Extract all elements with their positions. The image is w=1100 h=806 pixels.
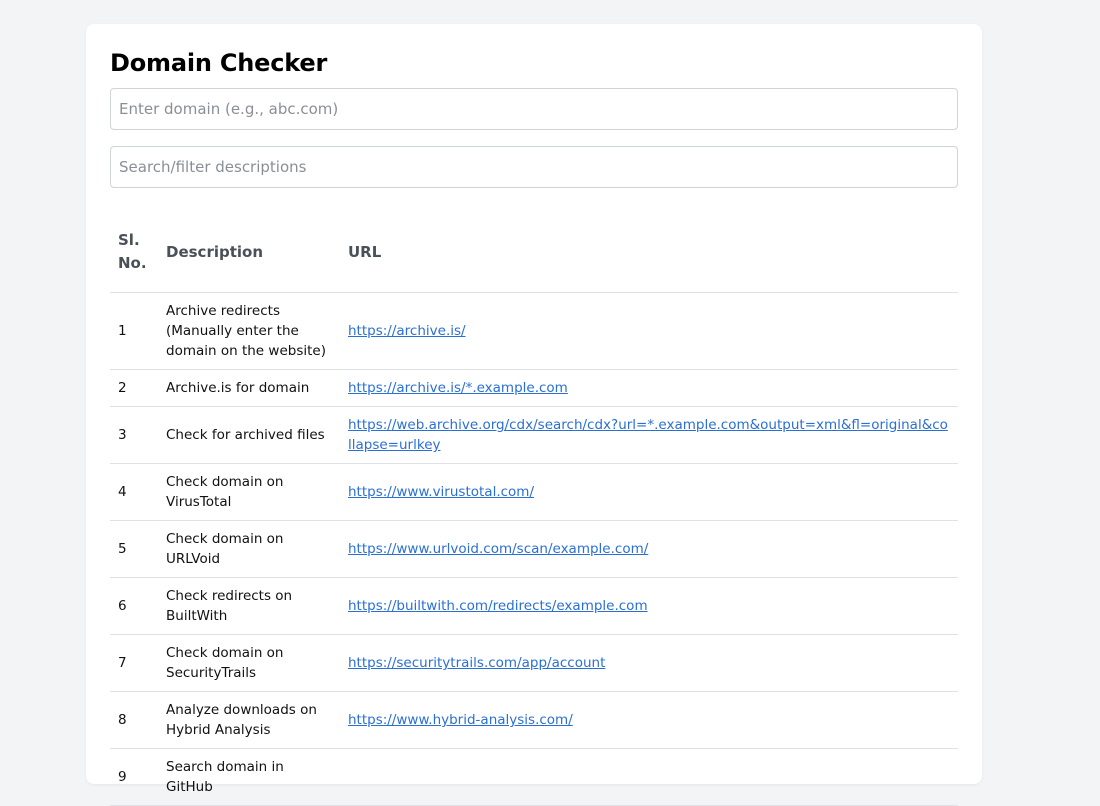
table-row: 8 Analyze downloads on Hybrid Analysis htt…: [110, 691, 958, 749]
row-url-link[interactable]: https://archive.is/: [348, 323, 466, 339]
row-url-link[interactable]: https://securitytrails.com/app/account: [348, 655, 605, 671]
row-url-cell: https://web.archive.org/cdx/search/cdx?u…: [340, 406, 958, 464]
row-number: 8: [110, 691, 158, 749]
row-url-cell: https://securitytrails.com/app/account: [340, 634, 958, 692]
row-description: Check domain on SecurityTrails: [158, 634, 340, 692]
table-row: 6 Check redirects on BuiltWith https://bui…: [110, 577, 958, 635]
row-number: 4: [110, 463, 158, 521]
row-number: 5: [110, 520, 158, 578]
row-number: 7: [110, 634, 158, 692]
row-url-link[interactable]: https://www.hybrid-analysis.com/: [348, 712, 573, 728]
table-row: 5 Check domain on URLVoid https://www.urlv…: [110, 520, 958, 578]
header-row: Sl. No. Description URL: [110, 212, 958, 293]
row-url-cell: https://www.hybrid-analysis.com/: [340, 691, 958, 749]
row-url-link[interactable]: https://archive.is/*.example.com: [348, 380, 568, 396]
row-url-link[interactable]: https://web.archive.org/cdx/search/cdx?u…: [348, 417, 948, 453]
row-url-cell: https://builtwith.com/redirects/example.…: [340, 577, 958, 635]
header-url: URL: [340, 212, 958, 293]
table-header: Sl. No. Description URL: [110, 212, 958, 293]
table-body: 1 Archive redirects (Manually enter the d…: [110, 292, 958, 806]
main-card: Domain Checker Sl. No. Description URL 1…: [86, 24, 982, 806]
row-number: 9: [110, 748, 158, 806]
domain-input[interactable]: [110, 88, 958, 130]
results-table: Sl. No. Description URL 1 Archive redirec…: [110, 212, 958, 806]
row-description: Check for archived files: [158, 406, 340, 464]
row-description: Check domain on VirusTotal: [158, 463, 340, 521]
row-url-cell: [340, 748, 958, 806]
row-description: Archive redirects (Manually enter the do…: [158, 292, 340, 370]
row-description: Search domain in GitHub: [158, 748, 340, 806]
header-description: Description: [158, 212, 340, 293]
row-number: 6: [110, 577, 158, 635]
row-number: 3: [110, 406, 158, 464]
table-row: 9 Search domain in GitHub: [110, 748, 958, 806]
row-description: Check redirects on BuiltWith: [158, 577, 340, 635]
table-row: 7 Check domain on SecurityTrails https://s…: [110, 634, 958, 692]
filter-input[interactable]: [110, 146, 958, 188]
row-description: Check domain on URLVoid: [158, 520, 340, 578]
row-url-link[interactable]: https://www.virustotal.com/: [348, 484, 534, 500]
row-number: 1: [110, 292, 158, 370]
row-description: Analyze downloads on Hybrid Analysis: [158, 691, 340, 749]
row-url-link[interactable]: https://builtwith.com/redirects/example.…: [348, 598, 648, 614]
table-row: 4 Check domain on VirusTotal https://www.v…: [110, 463, 958, 521]
row-url-cell: https://archive.is/: [340, 292, 958, 370]
table-row: 1 Archive redirects (Manually enter the d…: [110, 292, 958, 370]
row-number: 2: [110, 369, 158, 407]
table-row: 2 Archive.is for domain https://archive.is…: [110, 369, 958, 407]
header-sl-no: Sl. No.: [110, 212, 158, 293]
row-url-cell: https://www.urlvoid.com/scan/example.com…: [340, 520, 958, 578]
row-description: Archive.is for domain: [158, 369, 340, 407]
row-url-link[interactable]: https://www.urlvoid.com/scan/example.com…: [348, 541, 648, 557]
page-title: Domain Checker: [110, 49, 328, 77]
row-url-cell: https://www.virustotal.com/: [340, 463, 958, 521]
table-row: 3 Check for archived files https://web.arc…: [110, 406, 958, 464]
row-url-cell: https://archive.is/*.example.com: [340, 369, 958, 407]
